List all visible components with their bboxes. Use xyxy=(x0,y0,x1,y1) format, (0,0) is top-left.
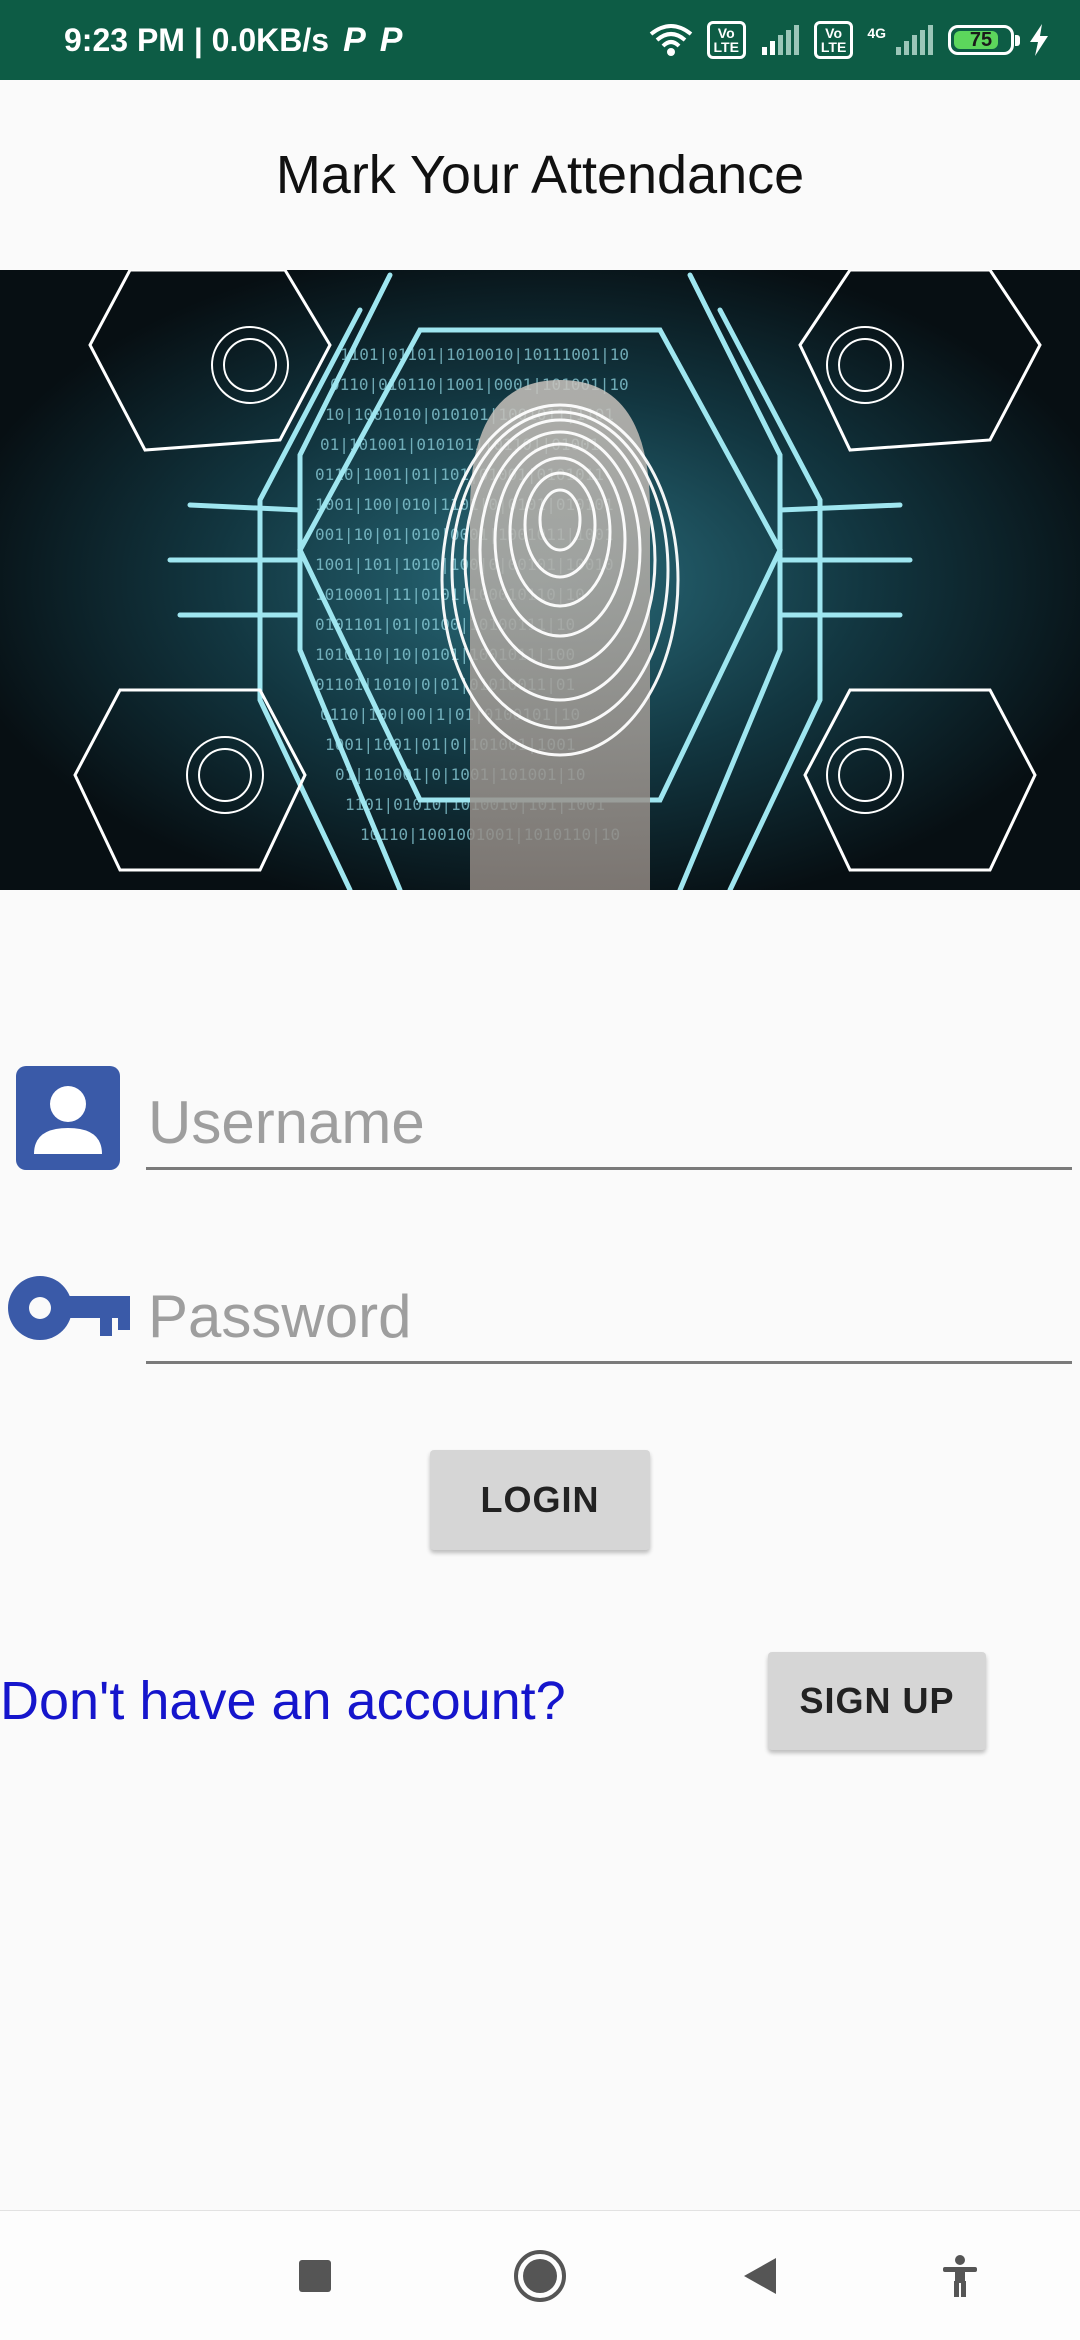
battery-icon: 75 xyxy=(948,25,1020,55)
charging-bolt-icon xyxy=(1030,24,1048,56)
fingerprint-banner: 1101|01101|1010010|10111001|10 0110|0101… xyxy=(0,270,1080,890)
username-input[interactable] xyxy=(146,1077,1072,1170)
wifi-icon xyxy=(649,24,692,56)
status-left: 9:23 PM | 0.0KB/s P P xyxy=(64,0,402,80)
sign-up-button[interactable]: SIGN UP xyxy=(768,1652,986,1750)
p-notification-icon: P xyxy=(343,20,366,59)
signal-icon xyxy=(896,25,933,55)
fingerprint-image: 1101|01101|1010010|10111001|10 0110|0101… xyxy=(0,270,1080,890)
screen: 9:23 PM | 0.0KB/s P P Vo LTE Vo LTE 4G 7… xyxy=(0,0,1080,2340)
page-title: Mark Your Attendance xyxy=(275,145,805,205)
recents-button[interactable] xyxy=(270,2211,360,2340)
battery-level: 75 xyxy=(969,28,993,51)
back-button[interactable] xyxy=(715,2211,805,2340)
status-time: 9:23 PM | 0.0KB/s xyxy=(64,21,330,58)
p-notification-icon: P xyxy=(379,20,403,59)
title-bar: Mark Your Attendance xyxy=(0,80,1080,270)
password-input[interactable] xyxy=(146,1271,1072,1364)
status-bar: 9:23 PM | 0.0KB/s P P Vo LTE Vo LTE 4G 7… xyxy=(0,0,1080,80)
svg-text:1101|01101|1010010|10111001|10: 1101|01101|1010010|10111001|10 xyxy=(340,345,629,364)
home-button[interactable] xyxy=(495,2211,585,2340)
person-icon xyxy=(16,1066,120,1170)
recents-icon xyxy=(299,2260,331,2292)
network-type: 4G xyxy=(867,25,886,41)
signal-icon xyxy=(761,25,799,55)
volte-icon: Vo LTE xyxy=(706,21,746,59)
home-icon xyxy=(514,2250,566,2302)
volte-icon: Vo LTE xyxy=(813,21,854,59)
no-account-prompt: Don't have an account? xyxy=(0,1671,566,1731)
navigation-bar xyxy=(0,2210,1080,2340)
accessibility-button[interactable] xyxy=(915,2211,1005,2340)
back-icon xyxy=(744,2258,776,2294)
accessibility-icon xyxy=(943,2255,977,2297)
status-right: Vo LTE Vo LTE 4G 75 xyxy=(649,0,1051,80)
login-button[interactable]: LOGIN xyxy=(430,1450,650,1550)
key-icon xyxy=(8,1276,130,1340)
